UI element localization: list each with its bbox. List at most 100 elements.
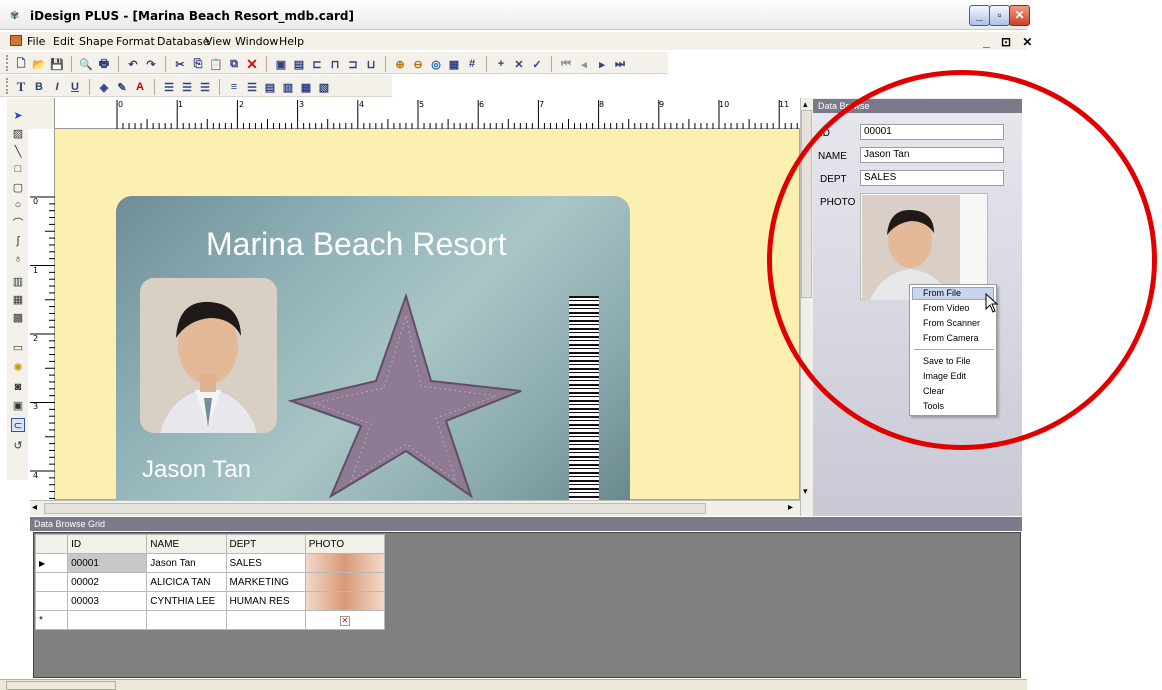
column-header-dept[interactable]: DEPT	[225, 534, 306, 554]
column-header-photo[interactable]: PHOTO	[304, 534, 386, 554]
first-record-icon[interactable]: ⏮	[559, 57, 573, 71]
scroll-right-icon[interactable]: ▸	[788, 502, 793, 513]
text-tool-icon[interactable]: T	[14, 79, 28, 94]
pointer-tool-icon[interactable]: ➤	[11, 108, 25, 122]
cell-name[interactable]: Jason Tan	[146, 553, 227, 573]
id-field[interactable]: 00001	[860, 124, 1004, 140]
align-right-icon[interactable]: ⊐	[346, 57, 360, 71]
id-card[interactable]: Marina Beach Resort Jason Tan	[116, 196, 630, 500]
data-grid[interactable]: ID NAME DEPT PHOTO ▶ 00001 Jason Tan SAL…	[34, 534, 386, 630]
menu-item-save-to-file[interactable]: Save to File	[923, 356, 971, 366]
column-header-id[interactable]: ID	[67, 534, 148, 554]
menu-edit[interactable]: Edit	[53, 35, 74, 48]
align-center-icon[interactable]: ⊓	[328, 57, 342, 71]
cell-dept[interactable]: HUMAN RES	[225, 591, 306, 611]
zoom-out-icon[interactable]: ⊖	[411, 57, 425, 71]
italic-button[interactable]: I	[50, 80, 64, 94]
line-width-icon[interactable]: ☰	[245, 80, 259, 94]
bring-front-icon[interactable]: ▣	[274, 57, 288, 71]
maximize-button[interactable]: ▫	[989, 5, 1010, 26]
document-icon[interactable]	[10, 35, 22, 46]
menu-file[interactable]: File	[27, 35, 45, 48]
signature-tool-icon[interactable]: ↺	[11, 438, 25, 452]
freeform-tool-icon[interactable]: ♁	[11, 252, 25, 266]
table-row[interactable]: ▶ 00001 Jason Tan SALES	[34, 553, 386, 573]
grid-icon[interactable]: #	[465, 57, 479, 71]
card-photo[interactable]	[140, 278, 277, 433]
new-row[interactable]: * ✕	[34, 610, 386, 630]
undo-icon[interactable]: ↶	[126, 57, 140, 71]
print-preview-icon[interactable]: 🔍	[79, 57, 93, 71]
vertical-scroll-thumb[interactable]	[801, 110, 812, 298]
menu-format[interactable]: Format	[116, 35, 155, 48]
next-record-icon[interactable]: ▸	[595, 57, 609, 71]
arrange-right-icon[interactable]: ▥	[281, 80, 295, 94]
table-row[interactable]: 00003 CYNTHIA LEE HUMAN RES	[34, 591, 386, 611]
line-color-icon[interactable]: ✎	[115, 80, 129, 94]
webcam-tool-icon[interactable]: ◙	[11, 380, 25, 394]
cell-id[interactable]: 00001	[67, 553, 148, 573]
horizontal-scrollbar[interactable]: ◂ ▸	[30, 500, 800, 516]
dept-field[interactable]: SALES	[860, 170, 1004, 186]
curve-tool-icon[interactable]: ∫	[11, 234, 25, 248]
menu-item-clear[interactable]: Clear	[923, 386, 945, 396]
line-style-icon[interactable]: ≡	[227, 80, 241, 94]
menu-shape[interactable]: Shape	[79, 35, 113, 48]
minimize-button[interactable]: _	[969, 5, 990, 26]
cell-id[interactable]: 00003	[67, 591, 148, 611]
scroll-left-icon[interactable]: ◂	[32, 502, 37, 513]
menu-view[interactable]: View	[205, 35, 231, 48]
mdi-window-controls[interactable]: _ ⊡ ✕	[983, 35, 1036, 49]
cell-dept[interactable]	[225, 610, 306, 630]
duplicate-icon[interactable]: ⧉	[227, 57, 241, 71]
zoom-in-icon[interactable]: ⊕	[393, 57, 407, 71]
cell-name[interactable]: CYNTHIA LEE	[146, 591, 227, 611]
table-row[interactable]: 00002 ALICICA TAN MARKETING	[34, 572, 386, 592]
text-color-icon[interactable]: A	[133, 80, 147, 94]
align-text-center-icon[interactable]: ☰	[180, 80, 194, 94]
toolbar-grip[interactable]	[6, 55, 10, 71]
cell-name[interactable]: ALICICA TAN	[146, 572, 227, 592]
align-text-left-icon[interactable]: ☰	[162, 80, 176, 94]
qr-code-tool-icon[interactable]: ▩	[11, 310, 25, 324]
add-record-icon[interactable]: +	[494, 57, 508, 71]
magstripe-tool-icon[interactable]: ▭	[11, 340, 25, 354]
send-back-icon[interactable]: ▤	[292, 57, 306, 71]
barcode-tool-icon[interactable]: ▥	[11, 274, 25, 288]
zoom-fit-icon[interactable]: ◎	[429, 57, 443, 71]
open-icon[interactable]: 📂	[32, 57, 46, 71]
cell-id[interactable]	[67, 610, 148, 630]
menu-window[interactable]: Window	[235, 35, 278, 48]
cell-photo[interactable]: ✕	[304, 610, 386, 630]
delete-icon[interactable]: ✕	[245, 56, 259, 72]
menu-item-from-scanner[interactable]: From Scanner	[923, 318, 980, 328]
bold-button[interactable]: B	[32, 80, 46, 94]
cell-name[interactable]	[146, 610, 227, 630]
copy-icon[interactable]: ⎘	[191, 57, 205, 71]
menu-help[interactable]: Help	[279, 35, 304, 48]
image-tool-icon[interactable]: ▨	[11, 126, 25, 140]
card-barcode[interactable]	[569, 296, 599, 500]
fill-color-icon[interactable]: ◈	[97, 80, 111, 94]
delete-record-icon[interactable]: ✕	[512, 57, 526, 71]
2d-barcode-tool-icon[interactable]: ▦	[11, 292, 25, 306]
field-tool-icon[interactable]: ▣	[11, 398, 25, 412]
cell-id[interactable]: 00002	[67, 572, 148, 592]
redo-icon[interactable]: ↷	[144, 57, 158, 71]
arrange-bottom-icon[interactable]: ▧	[317, 80, 331, 94]
cell-photo-thumbnail[interactable]	[304, 591, 386, 611]
card-name[interactable]: Jason Tan	[142, 456, 251, 484]
underline-button[interactable]: U	[68, 80, 82, 94]
save-icon[interactable]: 💾	[50, 57, 64, 71]
arrange-top-icon[interactable]: ▦	[299, 80, 313, 94]
scroll-up-icon[interactable]: ▴	[803, 99, 808, 110]
close-button[interactable]: ✕	[1009, 5, 1030, 26]
cell-dept[interactable]: MARKETING	[225, 572, 306, 592]
align-left-icon[interactable]: ⊏	[310, 57, 324, 71]
menu-item-tools[interactable]: Tools	[923, 401, 944, 411]
paste-icon[interactable]: 📋	[209, 57, 223, 71]
print-icon[interactable]: 🖶	[97, 57, 111, 71]
arrange-left-icon[interactable]: ▤	[263, 80, 277, 94]
post-record-icon[interactable]: ✓	[530, 57, 544, 71]
menu-item-from-video[interactable]: From Video	[923, 303, 969, 313]
